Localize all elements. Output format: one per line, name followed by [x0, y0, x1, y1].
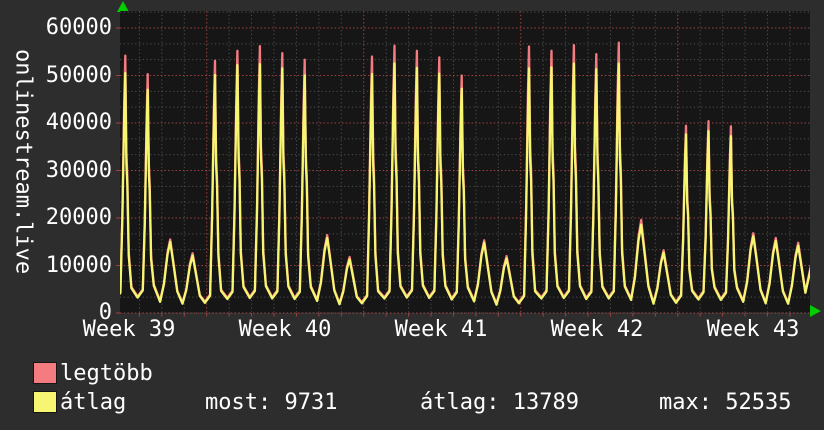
y-tick-label: 60000: [45, 15, 112, 40]
legend-swatch-max: [33, 362, 57, 384]
legend-swatch-avg: [33, 391, 57, 413]
y-tick-label: 40000: [45, 110, 112, 135]
y-tick-label: 30000: [45, 157, 112, 183]
y-tick-label: 20000: [45, 205, 112, 230]
stat-most: most: 9731: [205, 390, 337, 416]
plot-area: [116, 11, 810, 317]
y-tick-label: 50000: [45, 62, 112, 88]
stat-atlag-value: 13789: [512, 390, 579, 415]
stat-max: max: 52535: [659, 390, 791, 416]
x-tick-label: Week 40: [238, 317, 332, 342]
stat-atlag: átlag: 13789: [420, 390, 579, 416]
stat-max-value: 52535: [725, 390, 792, 415]
x-tick-label: Week 42: [550, 317, 644, 342]
stat-max-label: max:: [659, 390, 712, 415]
stat-atlag-label: átlag:: [420, 390, 500, 415]
y-tick-label: 10000: [45, 252, 112, 278]
x-tick-label: Week 43: [706, 317, 800, 342]
legend-label-avg: átlag: [60, 390, 127, 415]
x-tick-label: Week 39: [82, 317, 176, 342]
legend-label-max: legtöbb: [60, 361, 153, 386]
stat-most-label: most:: [205, 390, 272, 415]
x-tick-label: Week 41: [394, 317, 488, 342]
stat-most-value: 9731: [284, 390, 338, 415]
